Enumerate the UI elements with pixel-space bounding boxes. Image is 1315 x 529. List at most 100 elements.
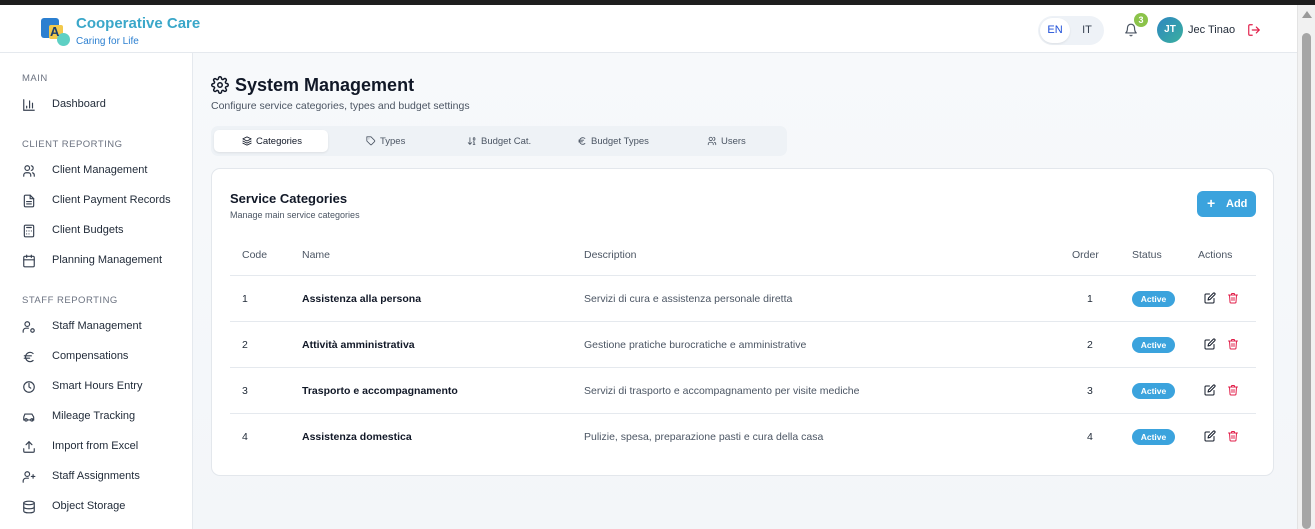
- user-cog-icon: [22, 321, 35, 333]
- cell-code: 3: [242, 385, 248, 397]
- sidebar-item-planning-management[interactable]: Planning Management: [22, 249, 187, 273]
- user-avatar[interactable]: JT: [1157, 17, 1183, 43]
- logo-letter: A: [50, 24, 60, 39]
- calendar-icon: [23, 254, 35, 268]
- calculator-icon: [23, 224, 35, 238]
- sidebar: MAIN Dashboard CLIENT REPORTING Client M…: [0, 53, 193, 529]
- notification-count-badge: 3: [1134, 13, 1148, 27]
- card-subtitle: Manage main service categories: [230, 210, 360, 220]
- tab-types[interactable]: Types: [328, 130, 442, 152]
- sidebar-item-mileage-tracking[interactable]: Mileage Tracking: [22, 405, 187, 429]
- scroll-thumb[interactable]: [1302, 33, 1311, 529]
- language-it-button[interactable]: IT: [1072, 18, 1102, 43]
- trash-icon[interactable]: [1227, 430, 1239, 442]
- language-toggle: EN IT: [1038, 16, 1104, 45]
- trash-icon[interactable]: [1227, 338, 1239, 350]
- sidebar-item-compensations[interactable]: Compensations: [22, 345, 187, 369]
- user-name[interactable]: Jec Tinao: [1188, 24, 1235, 36]
- upload-icon: [23, 440, 35, 453]
- cell-description: Gestione pratiche burocratiche e amminis…: [584, 339, 807, 351]
- sidebar-item-import-from-excel[interactable]: Import from Excel: [22, 435, 187, 459]
- edit-icon[interactable]: [1204, 430, 1216, 442]
- sidebar-section-staff-reporting: STAFF REPORTING: [22, 295, 118, 306]
- language-en-button[interactable]: EN: [1040, 18, 1070, 43]
- sidebar-item-label: Compensations: [52, 350, 129, 362]
- sort-icon: [467, 137, 476, 145]
- page-scrollbar[interactable]: [1297, 5, 1315, 529]
- cell-code: 2: [242, 339, 248, 351]
- tab-bar: Categories Types Budget Cat. Budget Type…: [211, 126, 787, 156]
- sidebar-item-smart-hours-entry[interactable]: Smart Hours Entry: [22, 375, 187, 399]
- status-badge: Active: [1132, 429, 1175, 445]
- edit-icon[interactable]: [1204, 292, 1216, 304]
- sidebar-item-label: Import from Excel: [52, 440, 139, 452]
- table-row[interactable]: 4 Assistenza domestica Pulizie, spesa, p…: [230, 413, 1256, 459]
- main-content: System Management Configure service cate…: [193, 53, 1297, 529]
- sidebar-item-label: Dashboard: [52, 98, 106, 110]
- sidebar-item-label: Client Payment Records: [52, 194, 171, 206]
- trash-icon[interactable]: [1227, 292, 1239, 304]
- gear-icon: [211, 76, 229, 94]
- sidebar-item-client-payment-records[interactable]: Client Payment Records: [22, 189, 187, 213]
- database-icon: [23, 500, 35, 514]
- edit-icon[interactable]: [1204, 384, 1216, 396]
- page-title: System Management: [235, 75, 415, 95]
- page-subtitle: Configure service categories, types and …: [211, 100, 470, 112]
- users-icon: [23, 165, 35, 177]
- table-row[interactable]: 2 Attività amministrativa Gestione prati…: [230, 321, 1256, 367]
- sidebar-item-staff-management[interactable]: Staff Management: [22, 315, 187, 339]
- tab-categories[interactable]: Categories: [214, 130, 328, 152]
- edit-icon[interactable]: [1204, 338, 1216, 350]
- add-button-label: Add: [1226, 198, 1248, 210]
- scroll-up-arrow-icon[interactable]: [1302, 11, 1312, 18]
- cell-order: 2: [1087, 339, 1093, 351]
- card-title: Service Categories: [230, 191, 348, 206]
- plus-icon: +: [1207, 195, 1216, 211]
- sidebar-item-dashboard[interactable]: Dashboard: [22, 93, 187, 117]
- sidebar-item-label: Client Budgets: [52, 224, 124, 236]
- tab-label: Budget Types: [591, 136, 649, 147]
- table-row[interactable]: 1 Assistenza alla persona Servizi di cur…: [230, 275, 1256, 321]
- sidebar-item-object-storage[interactable]: Object Storage: [22, 495, 187, 519]
- layers-icon: [242, 136, 252, 146]
- user-plus-icon: [22, 471, 36, 483]
- tag-icon: [366, 136, 376, 146]
- cell-description: Servizi di cura e assistenza personale d…: [584, 293, 793, 305]
- table-row[interactable]: 3 Trasporto e accompagnamento Servizi di…: [230, 367, 1256, 413]
- service-categories-card: Service Categories Manage main service c…: [211, 168, 1274, 476]
- cell-order: 4: [1087, 431, 1093, 443]
- app-logo[interactable]: A: [40, 17, 72, 47]
- sidebar-item-label: Planning Management: [52, 254, 163, 266]
- tab-budget-categories[interactable]: Budget Cat.: [442, 130, 556, 152]
- column-header-order: Order: [1072, 249, 1099, 261]
- car-icon: [23, 413, 35, 422]
- column-header-status: Status: [1132, 249, 1162, 261]
- logout-icon[interactable]: [1247, 23, 1261, 37]
- trash-icon[interactable]: [1227, 384, 1239, 396]
- tab-users[interactable]: Users: [670, 130, 784, 152]
- cell-name: Attività amministrativa: [302, 339, 415, 351]
- cell-name: Assistenza alla persona: [302, 293, 422, 305]
- sidebar-item-label: Client Management: [52, 164, 148, 176]
- cell-description: Pulizie, spesa, preparazione pasti e cur…: [584, 431, 824, 443]
- column-header-actions: Actions: [1198, 249, 1233, 261]
- cell-name: Assistenza domestica: [302, 431, 412, 443]
- tab-label: Types: [380, 136, 406, 147]
- column-header-code: Code: [242, 249, 268, 261]
- users-icon: [707, 136, 717, 146]
- column-header-name: Name: [302, 249, 331, 261]
- sidebar-section-client-reporting: CLIENT REPORTING: [22, 139, 123, 150]
- cell-order: 1: [1087, 293, 1093, 305]
- tab-budget-types[interactable]: Budget Types: [556, 130, 670, 152]
- sidebar-item-label: Staff Assignments: [52, 470, 140, 482]
- cell-code: 1: [242, 293, 248, 305]
- sidebar-item-label: Staff Management: [52, 320, 142, 332]
- add-button[interactable]: + Add: [1197, 191, 1256, 217]
- brand-title: Cooperative Care: [76, 15, 201, 32]
- sidebar-item-client-budgets[interactable]: Client Budgets: [22, 219, 187, 243]
- sidebar-item-client-management[interactable]: Client Management: [22, 159, 187, 183]
- sidebar-item-staff-assignments[interactable]: Staff Assignments: [22, 465, 187, 489]
- clock-icon: [23, 381, 35, 393]
- bar-chart-icon: [23, 99, 35, 111]
- tab-label: Categories: [256, 136, 302, 147]
